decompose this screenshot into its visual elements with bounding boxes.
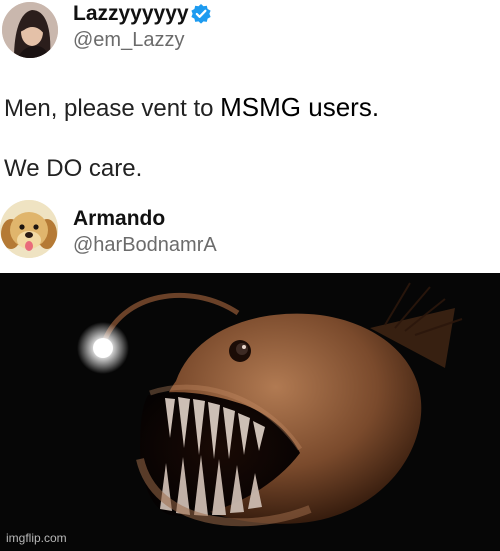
dog-avatar-image xyxy=(0,200,58,258)
author-name[interactable]: Lazzyyyyyy xyxy=(73,2,189,26)
verified-badge-icon xyxy=(190,3,212,25)
anglerfish-illustration xyxy=(77,282,463,527)
tweet-text-line-2: We DO care. xyxy=(4,155,143,182)
reply-avatar[interactable] xyxy=(0,200,58,258)
overlay-text: MSMG users. xyxy=(220,92,380,122)
person-avatar-image xyxy=(2,2,58,58)
reply-name[interactable]: Armando xyxy=(73,207,165,231)
reply-handle[interactable]: @harBodnamrA xyxy=(73,234,217,257)
anglerfish-image: imgflip.com xyxy=(0,273,500,551)
author-avatar[interactable] xyxy=(2,2,58,58)
author-handle[interactable]: @em_Lazzy xyxy=(73,29,184,52)
tweet-card: Lazzyyyyyy @em_Lazzy Men, please vent to… xyxy=(0,0,500,273)
tweet-text-prefix: Men, please vent to xyxy=(4,95,214,122)
meme: Lazzyyyyyy @em_Lazzy Men, please vent to… xyxy=(0,0,500,551)
tweet-text-line-1: Men, please vent to MSMG users. xyxy=(4,92,379,123)
imgflip-watermark: imgflip.com xyxy=(6,531,67,545)
